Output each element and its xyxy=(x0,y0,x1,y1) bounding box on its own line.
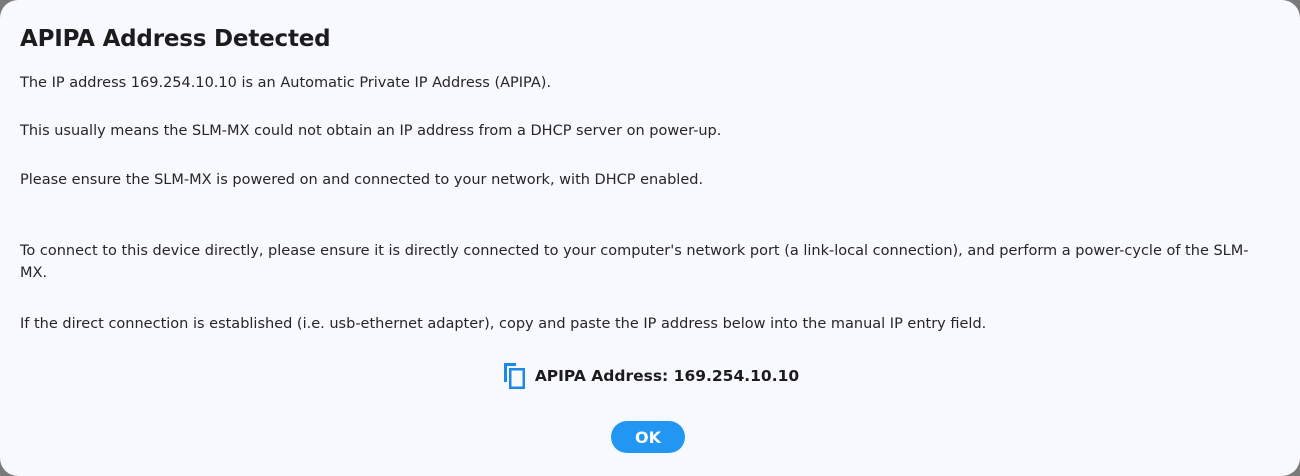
info-paragraph-direct-connect: To connect to this device directly, plea… xyxy=(20,243,1249,281)
info-paragraph-ensure: Please ensure the SLM-MX is powered on a… xyxy=(20,172,704,188)
apipa-address-label: APIPA Address: 169.254.10.10 xyxy=(534,367,800,385)
dialog-title: APIPA Address Detected xyxy=(20,26,331,52)
apipa-address-row: APIPA Address: 169.254.10.10 xyxy=(0,362,1300,390)
ok-button[interactable]: OK xyxy=(611,421,685,453)
info-paragraph-apipa: The IP address 169.254.10.10 is an Autom… xyxy=(20,75,552,91)
info-paragraph-dhcp: This usually means the SLM-MX could not … xyxy=(20,123,722,139)
apipa-dialog: APIPA Address Detected The IP address 16… xyxy=(0,0,1300,476)
info-paragraph-copy-paste: If the direct connection is established … xyxy=(20,316,987,332)
copy-icon[interactable] xyxy=(501,362,527,390)
